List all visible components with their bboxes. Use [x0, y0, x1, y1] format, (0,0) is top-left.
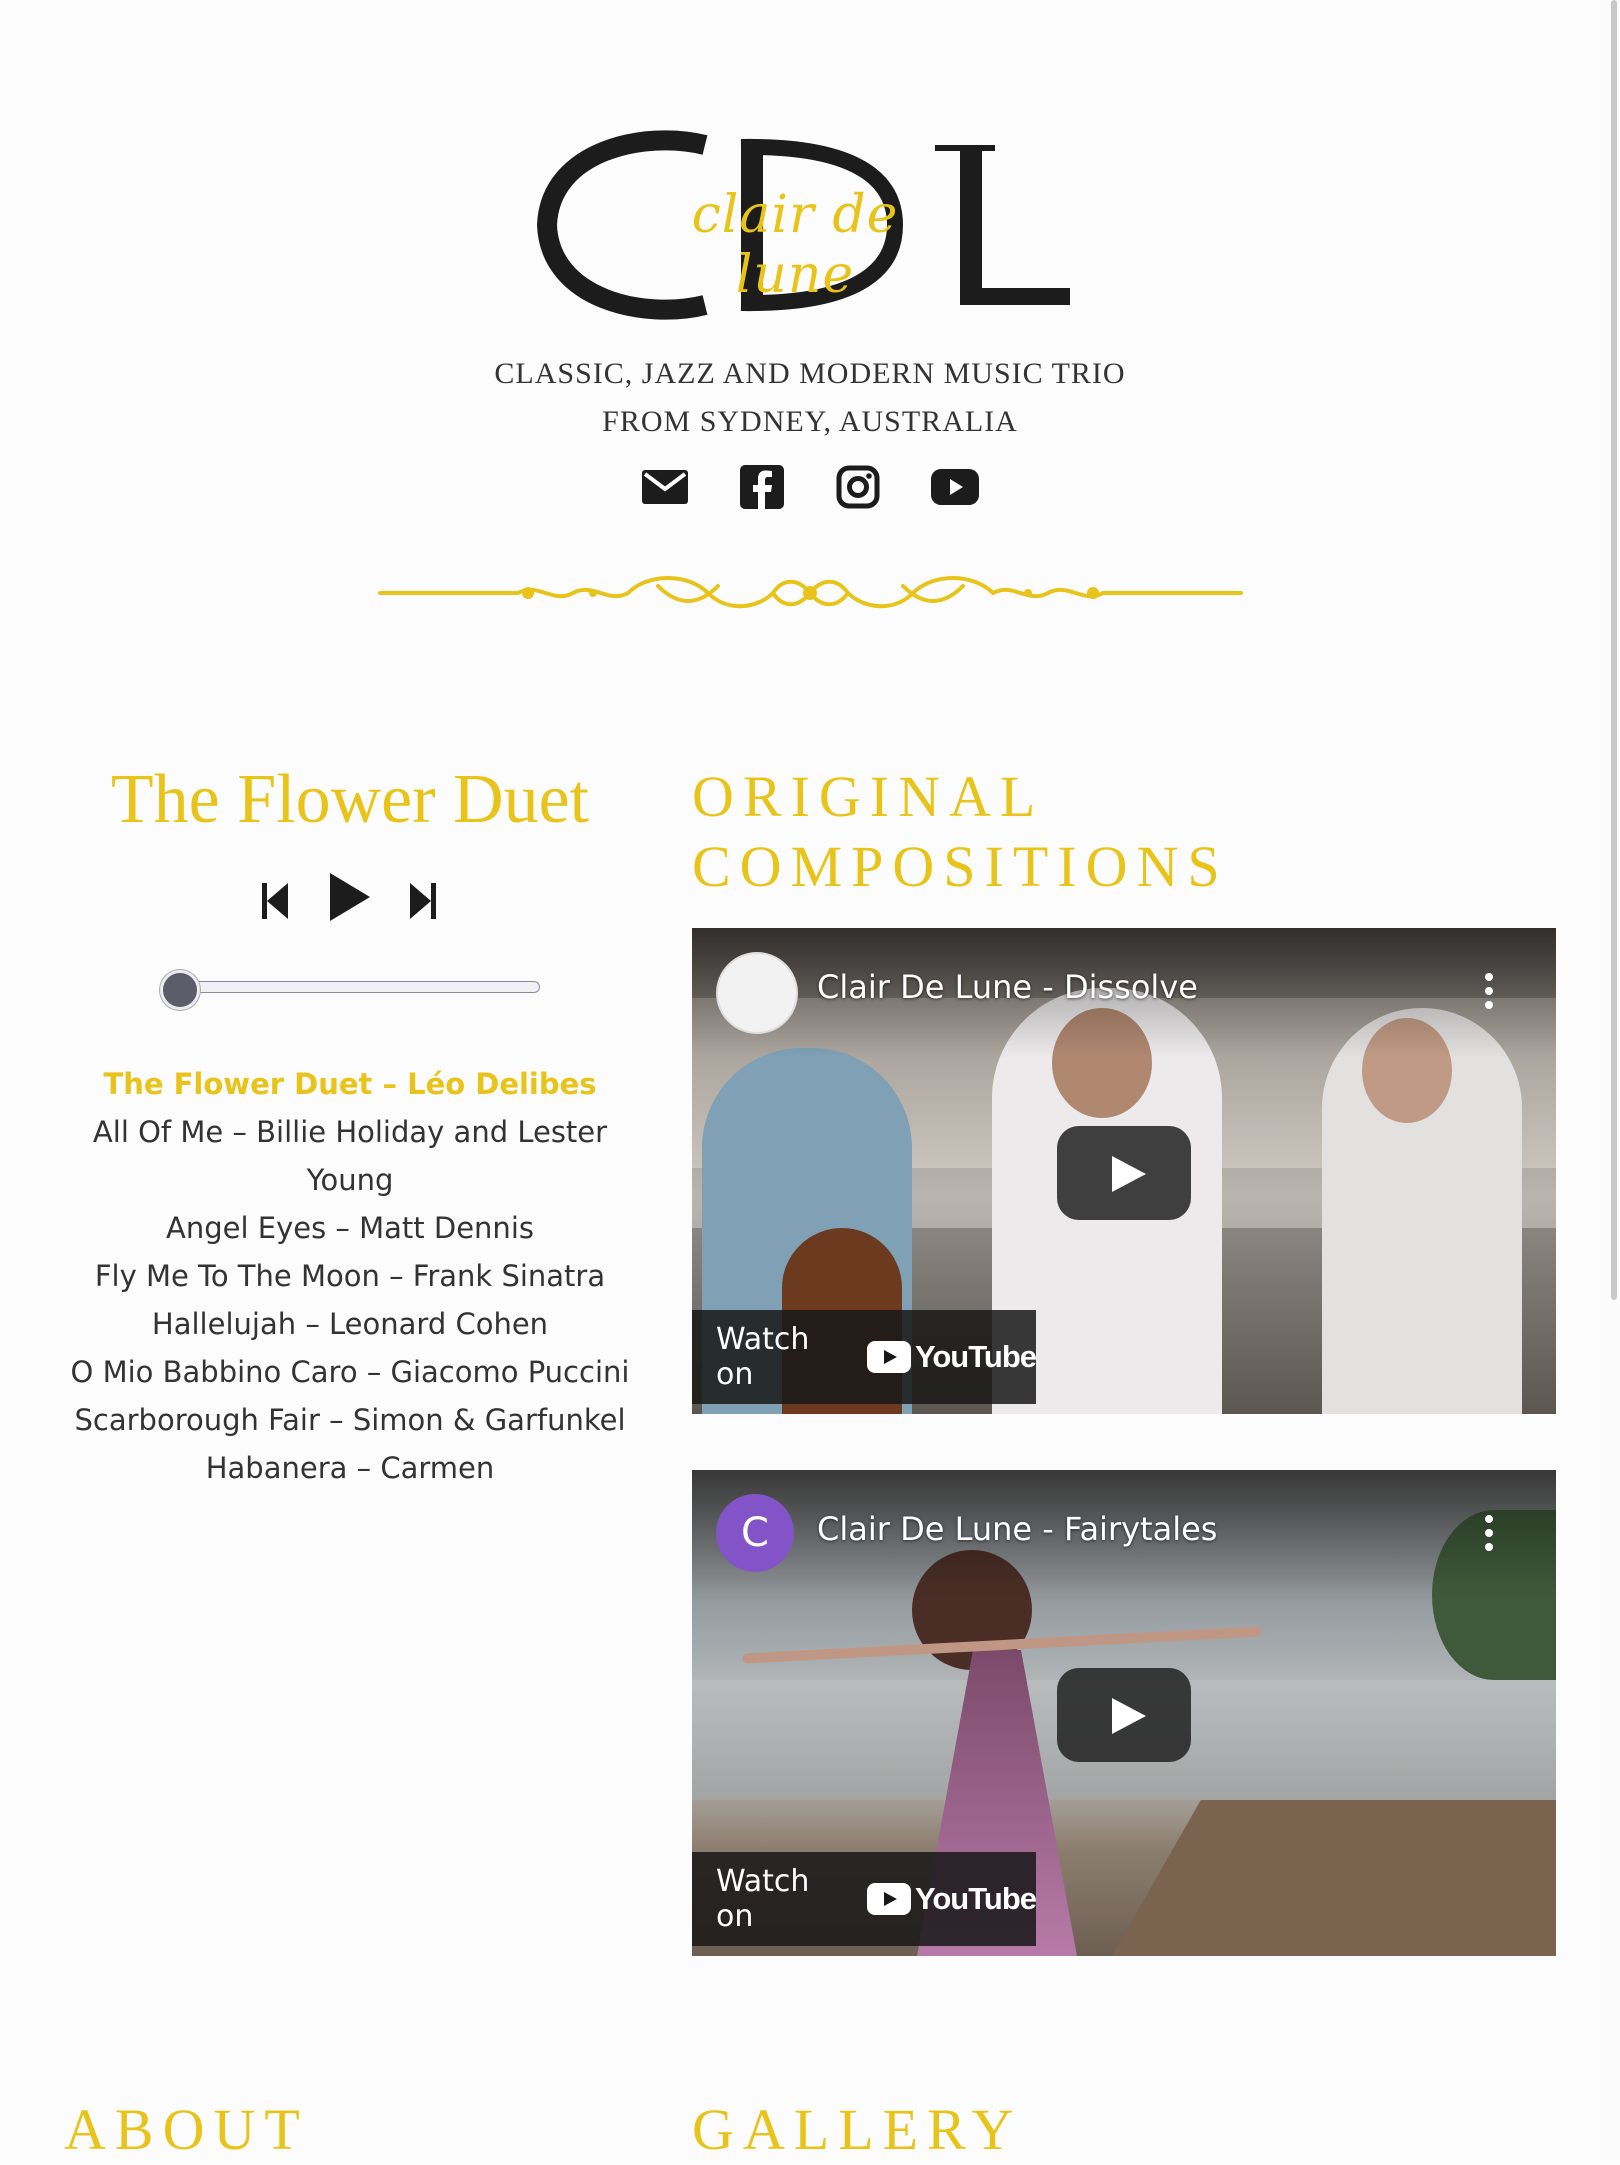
watch-on-label: Watch on — [716, 1864, 810, 1934]
original-compositions-heading: ORIGINAL COMPOSITIONS — [692, 762, 1252, 902]
previous-track-icon[interactable] — [262, 883, 288, 919]
video-embed-fairytales[interactable]: C Clair De Lune - Fairytales Watch on Yo… — [692, 1470, 1556, 1956]
video-embed-dissolve[interactable]: Clair De Lune - Dissolve Watch on YouTub… — [692, 928, 1556, 1414]
play-button[interactable] — [330, 873, 370, 921]
channel-avatar[interactable] — [716, 952, 798, 1034]
player-track-title: The Flower Duet — [110, 761, 590, 838]
youtube-logo: YouTube — [867, 1339, 1037, 1375]
player-seek-bar[interactable] — [160, 970, 540, 1010]
youtube-icon[interactable] — [930, 462, 980, 512]
youtube-play-icon — [867, 1341, 911, 1373]
gallery-heading: GALLERY — [692, 2097, 1023, 2162]
next-track-icon[interactable] — [410, 883, 436, 919]
logo-script-name: clair de lune — [691, 185, 899, 305]
page-scrollbar[interactable] — [1606, 0, 1620, 2160]
video-scene-rocks — [1112, 1800, 1556, 1956]
youtube-play-icon — [867, 1883, 911, 1915]
instagram-icon[interactable] — [833, 462, 883, 512]
social-links — [640, 462, 980, 512]
watch-on-youtube-button[interactable]: Watch on YouTube — [692, 1310, 1037, 1404]
heading-line: ORIGINAL — [692, 764, 1045, 829]
video-play-button[interactable] — [1057, 1668, 1191, 1762]
tagline-line2: FROM SYDNEY, AUSTRALIA — [602, 405, 1018, 438]
more-options-icon[interactable] — [1484, 1515, 1494, 1551]
more-options-icon[interactable] — [1484, 973, 1494, 1009]
playlist-track[interactable]: Scarborough Fair – Simon & Garfunkel — [70, 1396, 630, 1444]
facebook-icon[interactable] — [737, 462, 787, 512]
playlist: The Flower Duet – Léo Delibes All Of Me … — [70, 1060, 630, 1492]
playlist-track[interactable]: All Of Me – Billie Holiday and Lester Yo… — [70, 1108, 630, 1204]
brand-logo: clair de lune — [535, 125, 1075, 325]
youtube-wordmark: YouTube — [915, 1339, 1037, 1374]
ornamental-divider — [378, 576, 1243, 609]
watch-on-label: Watch on — [716, 1322, 810, 1392]
playlist-track[interactable]: Habanera – Carmen — [70, 1444, 630, 1492]
scrollbar-thumb[interactable] — [1611, 0, 1617, 1300]
player-controls — [262, 873, 442, 929]
heading-line: COMPOSITIONS — [692, 834, 1229, 899]
youtube-wordmark: YouTube — [915, 1881, 1037, 1916]
youtube-logo: YouTube — [867, 1881, 1037, 1917]
playlist-track[interactable]: O Mio Babbino Caro – Giacomo Puccini — [70, 1348, 630, 1396]
playlist-track[interactable]: Fly Me To The Moon – Frank Sinatra — [70, 1252, 630, 1300]
mail-icon[interactable] — [640, 462, 690, 512]
video-play-button[interactable] — [1057, 1126, 1191, 1220]
playlist-track[interactable]: Angel Eyes – Matt Dennis — [70, 1204, 630, 1252]
watch-on-youtube-button[interactable]: Watch on YouTube — [692, 1852, 1037, 1946]
seek-thumb[interactable] — [160, 970, 200, 1010]
playlist-track[interactable]: The Flower Duet – Léo Delibes — [70, 1060, 630, 1108]
tagline-line1: CLASSIC, JAZZ AND MODERN MUSIC TRIO — [494, 357, 1126, 390]
video-title[interactable]: Clair De Lune - Fairytales — [817, 1510, 1217, 1548]
channel-avatar[interactable]: C — [716, 1494, 794, 1572]
seek-track[interactable] — [178, 981, 540, 993]
video-title[interactable]: Clair De Lune - Dissolve — [817, 968, 1198, 1006]
playlist-track[interactable]: Hallelujah – Leonard Cohen — [70, 1300, 630, 1348]
about-heading: ABOUT — [64, 2097, 309, 2162]
